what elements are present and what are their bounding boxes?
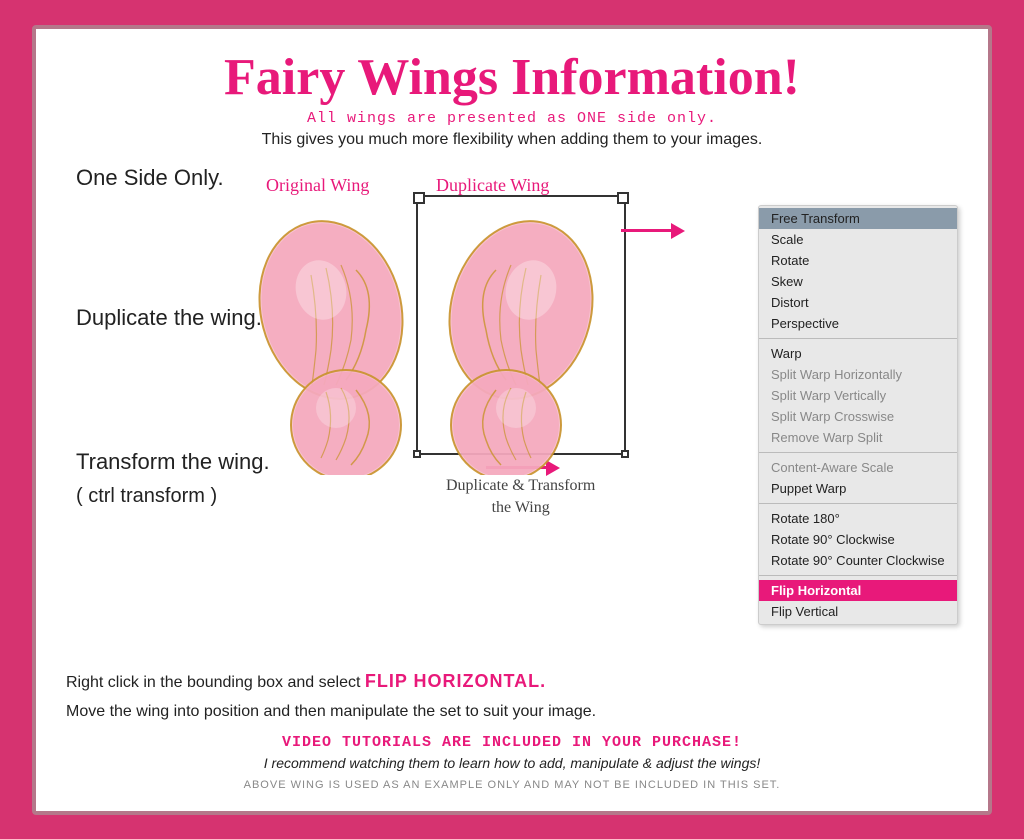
label-one-side: One Side Only.	[76, 165, 224, 191]
menu-item-rotate-90-ccw[interactable]: Rotate 90° Counter Clockwise	[759, 550, 957, 571]
wings-area: Original Wing Duplicate Wing Duplicate &…	[226, 165, 646, 525]
page-title: Fairy Wings Information!	[224, 49, 800, 106]
menu-item-split-warp-v[interactable]: Split Warp Vertically	[759, 385, 957, 406]
wings-svg	[236, 195, 616, 475]
menu-item-rotate-90-cw[interactable]: Rotate 90° Clockwise	[759, 529, 957, 550]
menu-item-flip-vertical[interactable]: Flip Vertical	[759, 601, 957, 622]
menu-arrow-line	[621, 229, 671, 232]
menu-item-flip-horizontal[interactable]: Flip Horizontal	[759, 580, 957, 601]
menu-arrow-head	[671, 223, 685, 239]
menu-separator-3	[759, 503, 957, 504]
menu-item-rotate-180[interactable]: Rotate 180°	[759, 508, 957, 529]
right-panel: Free Transform Scale Rotate Skew Distort…	[758, 165, 958, 663]
menu-item-perspective[interactable]: Perspective	[759, 313, 957, 334]
flip-highlight: FLIP HORIZONTAL.	[365, 671, 546, 691]
menu-item-content-aware[interactable]: Content-Aware Scale	[759, 457, 957, 478]
recommend-text: I recommend watching them to learn how t…	[66, 755, 958, 771]
subtitle-pink: All wings are presented as ONE side only…	[307, 110, 717, 127]
dup-transform-label: Duplicate & Transform the Wing	[446, 475, 595, 520]
menu-item-free-transform[interactable]: Free Transform	[759, 208, 957, 229]
menu-item-split-warp-h[interactable]: Split Warp Horizontally	[759, 364, 957, 385]
menu-item-scale[interactable]: Scale	[759, 229, 957, 250]
menu-arrow	[621, 223, 685, 239]
flip-text: Right click in the bounding box and sele…	[66, 671, 958, 692]
content-area: One Side Only. Duplicate the wing. Trans…	[66, 165, 958, 663]
menu-item-warp[interactable]: Warp	[759, 343, 957, 364]
duplicate-wing-label: Duplicate Wing	[436, 175, 549, 196]
left-panel: One Side Only. Duplicate the wing. Trans…	[66, 165, 738, 663]
menu-separator-1	[759, 338, 957, 339]
menu-item-puppet-warp[interactable]: Puppet Warp	[759, 478, 957, 499]
context-menu: Free Transform Scale Rotate Skew Distort…	[758, 205, 958, 625]
menu-item-rotate[interactable]: Rotate	[759, 250, 957, 271]
disclaimer: ABOVE WING IS USED AS AN EXAMPLE ONLY AN…	[66, 779, 958, 791]
menu-item-split-warp-c[interactable]: Split Warp Crosswise	[759, 406, 957, 427]
menu-item-skew[interactable]: Skew	[759, 271, 957, 292]
menu-separator-2	[759, 452, 957, 453]
menu-item-distort[interactable]: Distort	[759, 292, 957, 313]
main-container: Fairy Wings Information! All wings are p…	[32, 25, 992, 815]
move-text: Move the wing into position and then man…	[66, 700, 958, 724]
subtitle-black: This gives you much more flexibility whe…	[262, 131, 763, 149]
bb-corner-br	[621, 450, 629, 458]
video-text: VIDEO TUTORIALS ARE INCLUDED IN YOUR PUR…	[66, 734, 958, 751]
menu-separator-4	[759, 575, 957, 576]
original-wing-label: Original Wing	[266, 175, 369, 196]
wing-container: Original Wing Duplicate Wing Duplicate &…	[226, 165, 646, 525]
bottom-section: Right click in the bounding box and sele…	[66, 671, 958, 791]
menu-item-remove-warp[interactable]: Remove Warp Split	[759, 427, 957, 448]
